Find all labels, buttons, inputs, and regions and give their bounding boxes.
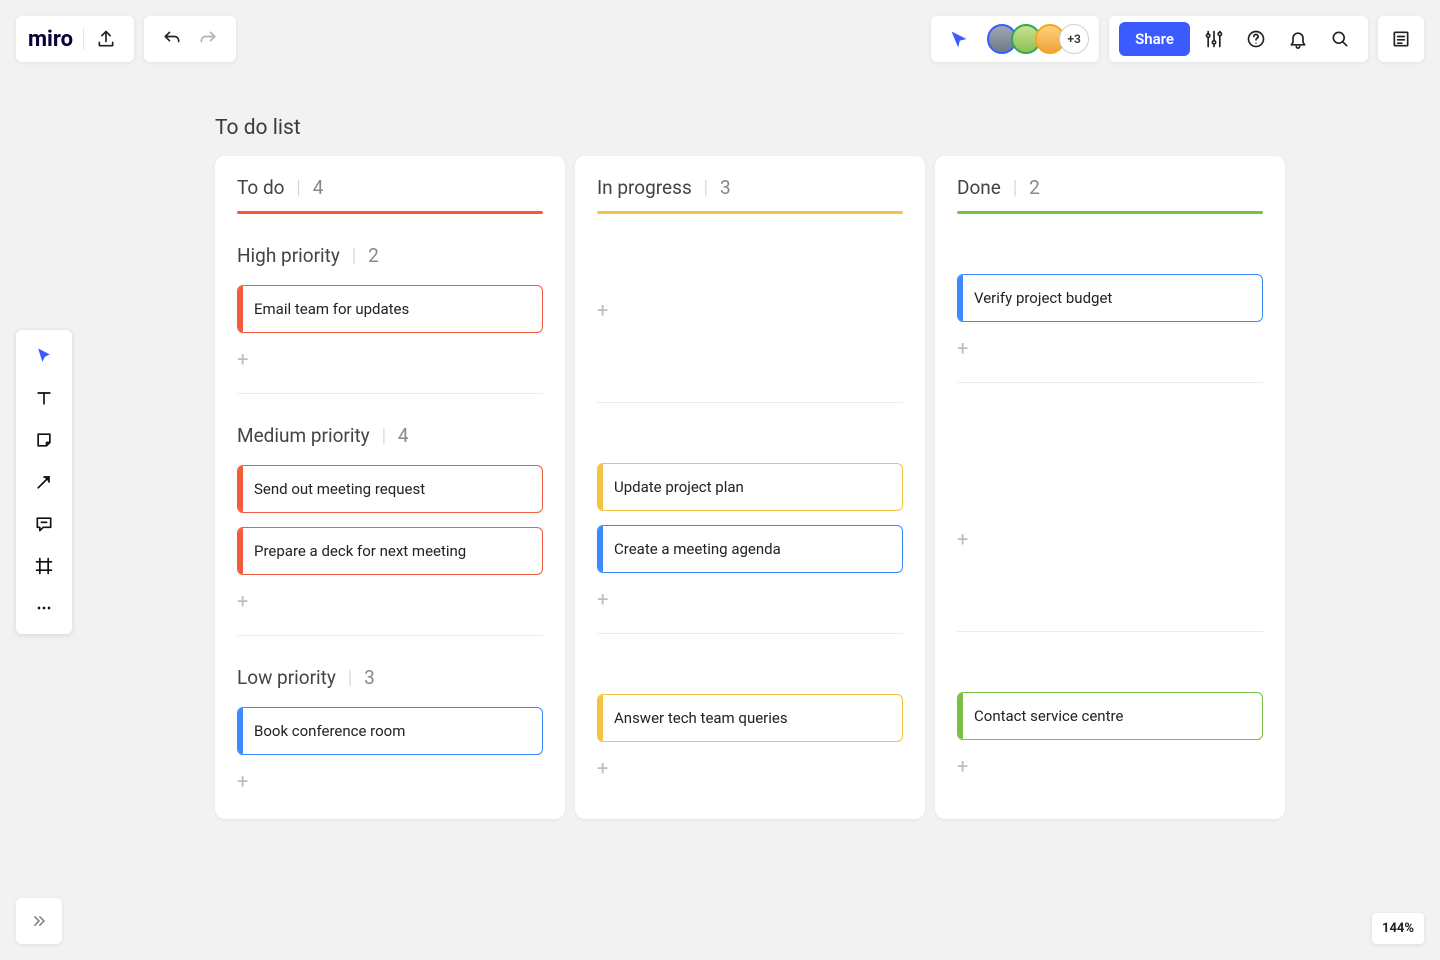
add-card-button[interactable]: +	[957, 336, 981, 360]
app-logo[interactable]: miro	[26, 27, 79, 52]
add-card-button[interactable]: +	[597, 756, 621, 780]
collab-panel: +3	[931, 16, 1099, 62]
notes-panel-button[interactable]	[1378, 16, 1424, 62]
section-count: 4	[398, 424, 409, 447]
board-title[interactable]: To do list	[215, 116, 301, 140]
kanban-card[interactable]: Create a meeting agenda	[597, 525, 903, 573]
column-todo: To do | 4 High priority | 2 Email team f…	[215, 156, 565, 819]
kanban-card[interactable]: Email team for updates	[237, 285, 543, 333]
sliders-icon	[1204, 29, 1224, 49]
upload-icon	[96, 29, 116, 49]
undo-icon	[162, 29, 182, 49]
column-name: To do	[237, 176, 285, 199]
add-card-button[interactable]: +	[957, 754, 981, 778]
help-button[interactable]	[1238, 21, 1274, 57]
redo-button[interactable]	[190, 21, 226, 57]
column-name: Done	[957, 176, 1001, 199]
section-name: Low priority	[237, 666, 336, 689]
sticky-note-tool[interactable]	[22, 420, 66, 460]
kanban-board: To do | 4 High priority | 2 Email team f…	[215, 156, 1285, 819]
arrow-tool[interactable]	[22, 462, 66, 502]
select-tool[interactable]	[22, 336, 66, 376]
avatar-overflow[interactable]: +3	[1059, 24, 1089, 54]
column-header[interactable]: In progress | 3	[597, 176, 903, 199]
search-button[interactable]	[1322, 21, 1358, 57]
kanban-card[interactable]: Verify project budget	[957, 274, 1263, 322]
expand-panel-button[interactable]	[16, 898, 62, 944]
redo-icon	[198, 29, 218, 49]
section-header-high[interactable]: High priority | 2	[237, 244, 543, 267]
collaborator-avatars[interactable]: +3	[987, 24, 1089, 54]
section-name: High priority	[237, 244, 340, 267]
cursor-icon	[34, 345, 54, 367]
bell-icon	[1288, 29, 1308, 49]
text-icon	[34, 388, 54, 408]
more-tools[interactable]	[22, 588, 66, 628]
frame-icon	[34, 556, 54, 576]
column-in-progress: In progress | 3 + Update project plan Cr…	[575, 156, 925, 819]
comment-icon	[34, 514, 54, 534]
divider	[597, 402, 903, 403]
kanban-card[interactable]: Contact service centre	[957, 692, 1263, 740]
add-card-button[interactable]: +	[237, 347, 261, 371]
divider	[957, 631, 1263, 632]
more-icon	[34, 598, 54, 618]
kanban-card[interactable]: Send out meeting request	[237, 465, 543, 513]
help-icon	[1246, 29, 1266, 49]
column-underline	[957, 211, 1263, 214]
add-card-button[interactable]: +	[237, 589, 261, 613]
frame-tool[interactable]	[22, 546, 66, 586]
add-card-button[interactable]: +	[237, 769, 261, 793]
section-header-medium[interactable]: Medium priority | 4	[237, 424, 543, 447]
divider	[237, 393, 543, 394]
column-count: 4	[313, 176, 324, 199]
section-count: 3	[364, 666, 375, 689]
logo-panel: miro	[16, 16, 134, 62]
column-header[interactable]: Done | 2	[957, 176, 1263, 199]
text-tool[interactable]	[22, 378, 66, 418]
kanban-card[interactable]: Prepare a deck for next meeting	[237, 527, 543, 575]
zoom-level[interactable]: 144%	[1372, 913, 1424, 944]
export-button[interactable]	[88, 21, 124, 57]
add-card-button[interactable]: +	[597, 298, 621, 322]
column-header[interactable]: To do | 4	[237, 176, 543, 199]
chevrons-right-icon	[29, 911, 49, 931]
kanban-card[interactable]: Answer tech team queries	[597, 694, 903, 742]
column-done: Done | 2 Verify project budget + + Conta…	[935, 156, 1285, 819]
divider	[83, 28, 84, 50]
undo-button[interactable]	[154, 21, 190, 57]
add-card-button[interactable]: +	[957, 527, 981, 551]
column-underline	[237, 211, 543, 214]
toolbox	[16, 330, 72, 634]
cursor-follow-button[interactable]	[941, 21, 977, 57]
notes-icon	[1391, 29, 1411, 49]
settings-button[interactable]	[1196, 21, 1232, 57]
divider	[237, 635, 543, 636]
kanban-card[interactable]: Update project plan	[597, 463, 903, 511]
column-name: In progress	[597, 176, 692, 199]
section-name: Medium priority	[237, 424, 370, 447]
arrow-icon	[34, 472, 54, 492]
actions-panel: Share	[1109, 16, 1368, 62]
notifications-button[interactable]	[1280, 21, 1316, 57]
column-count: 2	[1029, 176, 1040, 199]
search-icon	[1330, 29, 1350, 49]
kanban-card[interactable]: Book conference room	[237, 707, 543, 755]
section-count: 2	[368, 244, 379, 267]
comment-tool[interactable]	[22, 504, 66, 544]
column-count: 3	[720, 176, 731, 199]
sticky-note-icon	[34, 430, 54, 450]
undo-redo-panel	[144, 16, 236, 62]
section-header-low[interactable]: Low priority | 3	[237, 666, 543, 689]
add-card-button[interactable]: +	[597, 587, 621, 611]
divider	[597, 633, 903, 634]
cursor-send-icon	[949, 29, 969, 49]
share-button[interactable]: Share	[1119, 22, 1190, 56]
